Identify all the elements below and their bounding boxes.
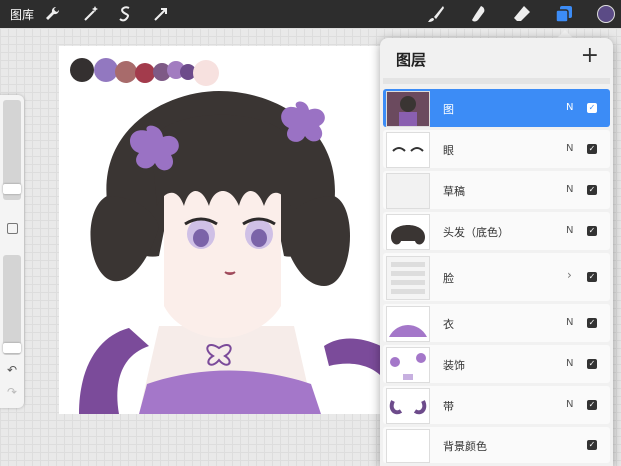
visibility-checkbox[interactable]: ✓ xyxy=(587,400,597,410)
gallery-button[interactable]: 图库 xyxy=(10,6,34,23)
magic-wand-icon[interactable] xyxy=(81,4,101,24)
layer-thumbnail xyxy=(386,173,430,209)
layer-thumbnail xyxy=(386,132,430,168)
layer-thumbnail xyxy=(386,214,430,250)
visibility-checkbox[interactable]: ✓ xyxy=(587,318,597,328)
layer-row[interactable]: 头发（底色） N ✓ xyxy=(383,212,610,250)
background-color-swatch[interactable] xyxy=(386,429,430,463)
layer-name: 图 xyxy=(443,103,454,116)
visibility-checkbox[interactable]: ✓ xyxy=(587,359,597,369)
layer-name: 头发（底色） xyxy=(443,226,509,239)
top-toolbar: 图库 xyxy=(0,0,621,28)
layer-thumbnail xyxy=(386,388,430,424)
layer-row[interactable]: 图 N ✓ xyxy=(383,89,610,127)
brush-sidebar: ↶ ↷ xyxy=(0,95,24,408)
visibility-checkbox[interactable]: ✓ xyxy=(587,440,597,450)
blend-mode-button[interactable]: N xyxy=(566,399,573,410)
redo-icon[interactable]: ↷ xyxy=(5,385,19,399)
opacity-slider[interactable] xyxy=(3,255,21,355)
visibility-checkbox[interactable]: ✓ xyxy=(587,272,597,282)
blend-mode-button[interactable]: N xyxy=(566,184,573,195)
artwork xyxy=(70,58,381,414)
layer-name: 装饰 xyxy=(443,359,465,372)
selection-icon[interactable] xyxy=(116,4,136,24)
color-swatch-icon[interactable] xyxy=(596,4,616,24)
layer-thumbnail xyxy=(386,306,430,342)
layer-thumbnail xyxy=(386,91,430,127)
palette-swatch xyxy=(135,63,155,83)
group-thumbnail xyxy=(386,256,430,300)
layers-icon[interactable] xyxy=(554,4,574,24)
smudge-icon[interactable] xyxy=(469,4,489,24)
layer-row-background[interactable]: 背景颜色 ✓ xyxy=(383,427,610,463)
palette-swatch xyxy=(115,61,137,83)
visibility-checkbox[interactable]: ✓ xyxy=(587,226,597,236)
layers-title: 图层 xyxy=(396,51,427,69)
blend-mode-button[interactable]: N xyxy=(566,102,573,113)
chevron-right-icon[interactable]: › xyxy=(567,268,572,282)
layer-row[interactable]: 草稿 N ✓ xyxy=(383,171,610,209)
layer-name: 衣 xyxy=(443,318,454,331)
layer-name: 背景颜色 xyxy=(443,440,487,453)
layer-row[interactable]: 眼 N ✓ xyxy=(383,130,610,168)
visibility-checkbox[interactable]: ✓ xyxy=(587,103,597,113)
blend-mode-button[interactable]: N xyxy=(566,358,573,369)
layer-thumbnail xyxy=(386,347,430,383)
palette-swatch xyxy=(94,58,118,82)
layer-row[interactable]: 装饰 N ✓ xyxy=(383,345,610,383)
layer-row[interactable]: 衣 N ✓ xyxy=(383,304,610,342)
blend-mode-button[interactable]: N xyxy=(566,143,573,154)
layer-name: 带 xyxy=(443,400,454,413)
layers-panel: 图层 + 图 N ✓ 眼 N ✓ 草稿 N ✓ 头发（底色） N ✓ 脸 › ✓… xyxy=(380,38,613,466)
palette-swatch xyxy=(70,58,94,82)
brush-size-slider[interactable] xyxy=(3,100,21,200)
visibility-checkbox[interactable]: ✓ xyxy=(587,144,597,154)
modify-button[interactable] xyxy=(7,223,18,234)
layer-name: 脸 xyxy=(443,272,454,285)
layer-row-partial xyxy=(383,78,610,84)
drawing-canvas[interactable] xyxy=(59,46,381,414)
eraser-icon[interactable] xyxy=(512,4,532,24)
layer-group-row[interactable]: 脸 › ✓ xyxy=(383,253,610,301)
palette-swatch xyxy=(193,60,219,86)
layers-popover-pointer xyxy=(557,30,573,38)
add-layer-button[interactable]: + xyxy=(581,45,599,67)
visibility-checkbox[interactable]: ✓ xyxy=(587,185,597,195)
layers-header: 图层 + xyxy=(380,38,613,80)
opacity-thumb[interactable] xyxy=(3,343,21,353)
layer-row[interactable]: 带 N ✓ xyxy=(383,386,610,424)
undo-icon[interactable]: ↶ xyxy=(5,363,19,377)
blend-mode-button[interactable]: N xyxy=(566,225,573,236)
layer-name: 眼 xyxy=(443,144,454,157)
wrench-icon[interactable] xyxy=(43,4,63,24)
layer-name: 草稿 xyxy=(443,185,465,198)
blend-mode-button[interactable]: N xyxy=(566,317,573,328)
transform-arrow-icon[interactable] xyxy=(151,4,171,24)
brush-size-thumb[interactable] xyxy=(3,184,21,194)
brush-icon[interactable] xyxy=(426,4,446,24)
